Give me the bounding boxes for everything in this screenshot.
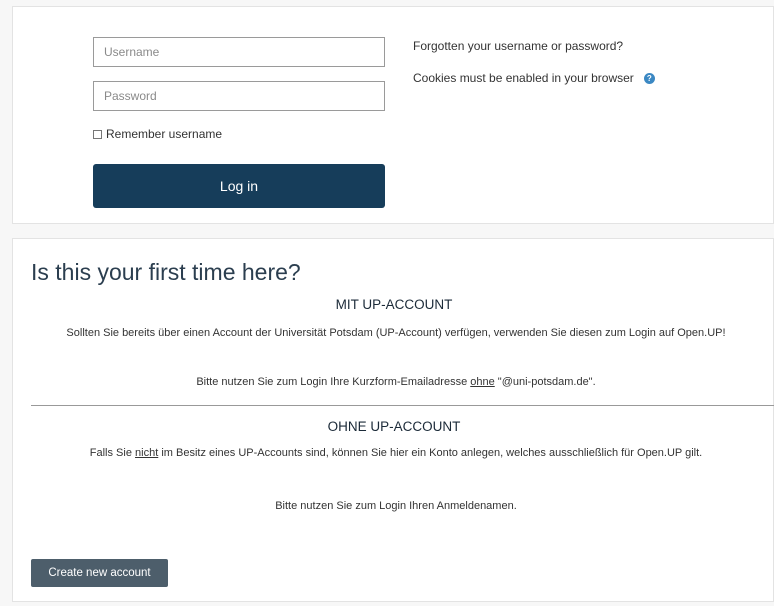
remember-username-label: Remember username (106, 127, 223, 141)
ohne-up-account-hint: Bitte nutzen Sie zum Login Ihren Anmelde… (275, 500, 517, 512)
signup-title: Is this your first time here? (31, 259, 301, 285)
remember-username-checkbox[interactable] (93, 129, 102, 139)
ohne-text-after: im Besitz eines UP-Accounts sind, können… (158, 447, 703, 459)
signup-panel: Is this your first time here? MIT UP-ACC… (12, 238, 774, 602)
ohne-text-before: Falls Sie (89, 447, 136, 459)
username-input[interactable] (93, 37, 385, 67)
login-button[interactable]: Log in (93, 164, 385, 208)
ohne-up-account-heading: OHNE UP-ACCOUNT (327, 419, 461, 434)
cookies-note: Cookies must be enabled in your browser … (413, 71, 655, 85)
section-divider (31, 405, 774, 406)
mit-hint-before: Bitte nutzen Sie zum Login Ihre Kurzform… (196, 376, 471, 388)
mit-up-account-text: Sollten Sie bereits über einen Account d… (66, 327, 726, 339)
mit-hint-emphasis: ohne (470, 376, 495, 388)
password-input[interactable] (93, 81, 385, 111)
login-panel: Remember username Log in Forgotten your … (12, 6, 774, 224)
question-circle-icon[interactable]: ? (643, 72, 655, 84)
mit-hint-after: "@uni-potsdam.de". (494, 376, 596, 388)
cookies-note-text: Cookies must be enabled in your browser (413, 71, 634, 85)
mit-up-account-heading: MIT UP-ACCOUNT (335, 297, 453, 312)
mit-up-account-hint: Bitte nutzen Sie zum Login Ihre Kurzform… (31, 373, 761, 391)
create-new-account-button[interactable]: Create new account (31, 559, 168, 587)
ohne-up-account-text: Falls Sie nicht im Besitz eines UP-Accou… (31, 444, 761, 462)
remember-username-option[interactable]: Remember username (93, 127, 222, 141)
ohne-text-emphasis: nicht (135, 447, 159, 459)
forgot-credentials-link[interactable]: Forgotten your username or password? (413, 39, 623, 53)
